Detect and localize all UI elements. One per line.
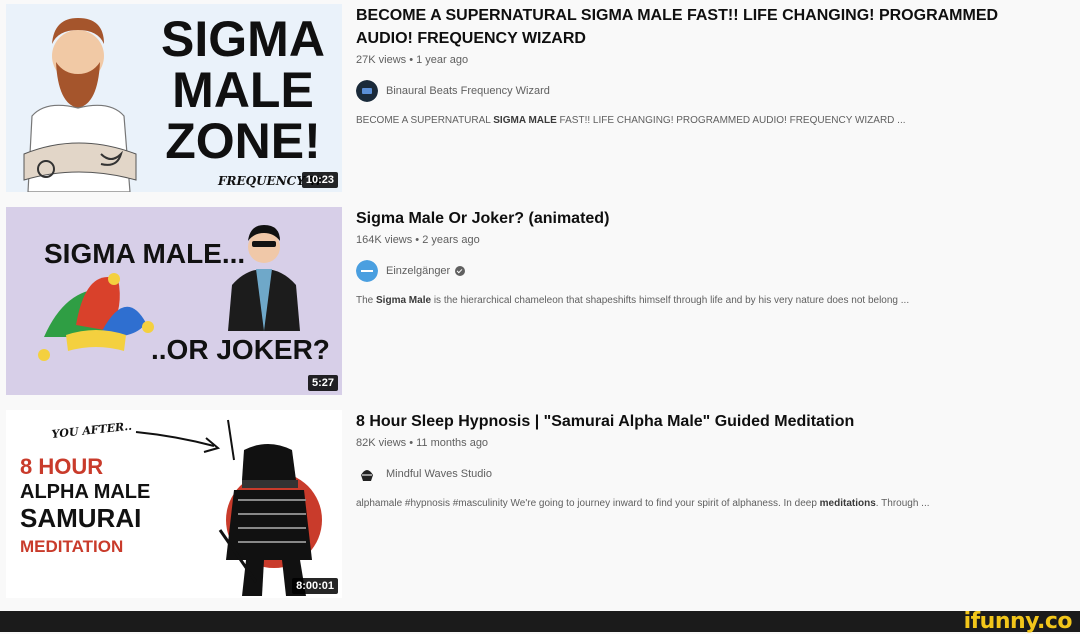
thumbnail-meditation-text: MEDITATION — [20, 537, 123, 556]
video-result[interactable]: SIGMA MALE... ..OR JOKER? 5:27 Sigma Mal… — [6, 207, 1076, 395]
channel-link[interactable]: Binaural Beats Frequency Wizard — [356, 79, 1056, 103]
video-thumbnail[interactable]: YOU AFTER.. 8 HOUR ALPHA MALE SAMURAI ME… — [6, 410, 342, 598]
video-title[interactable]: Sigma Male Or Joker? (animated) — [356, 207, 1056, 230]
video-stats: 164K views • 2 years ago — [356, 234, 480, 246]
video-meta: BECOME A SUPERNATURAL SIGMA MALE FAST!! … — [356, 4, 1056, 129]
thumbnail-joker-text: ..OR JOKER? — [151, 334, 330, 365]
channel-name: Einzelgänger — [386, 265, 451, 277]
description-highlight: meditations — [819, 498, 876, 509]
video-result[interactable]: YOU AFTER.. 8 HOUR ALPHA MALE SAMURAI ME… — [6, 410, 1076, 598]
verified-badge-icon — [455, 266, 466, 276]
thumbnail-8-hour-text: 8 HOUR — [20, 454, 103, 479]
channel-avatar — [356, 260, 378, 282]
thumbnail-art: SIGMA MALE ZONE! FREQUENCY W — [6, 4, 342, 192]
thumbnail-alpha-male-text: ALPHA MALE — [20, 481, 150, 503]
video-title[interactable]: BECOME A SUPERNATURAL SIGMA MALE FAST!! … — [356, 4, 1056, 50]
video-result[interactable]: SIGMA MALE ZONE! FREQUENCY W 10:23 BECOM… — [6, 4, 1076, 192]
video-meta: Sigma Male Or Joker? (animated) 164K vie… — [356, 207, 1056, 309]
channel-link[interactable]: Einzelgänger — [356, 259, 1056, 283]
duration-badge: 8:00:01 — [292, 578, 338, 594]
channel-avatar — [356, 463, 378, 485]
thumbnail-zone-text: ZONE! — [165, 113, 321, 169]
channel-name: Mindful Waves Studio — [386, 468, 492, 480]
video-description: The Sigma Male is the hierarchical chame… — [356, 295, 910, 306]
thumbnail-art: SIGMA MALE... ..OR JOKER? — [6, 207, 342, 395]
channel-link[interactable]: Mindful Waves Studio — [356, 462, 1056, 486]
ifunny-watermark: ifunny.co — [963, 609, 1073, 634]
video-meta: 8 Hour Sleep Hypnosis | "Samurai Alpha M… — [356, 410, 1056, 512]
video-description: BECOME A SUPERNATURAL SIGMA MALE FAST!! … — [356, 115, 906, 126]
video-stats: 27K views • 1 year ago — [356, 54, 469, 66]
thumbnail-art: YOU AFTER.. 8 HOUR ALPHA MALE SAMURAI ME… — [6, 410, 342, 598]
video-thumbnail[interactable]: SIGMA MALE... ..OR JOKER? 5:27 — [6, 207, 342, 395]
duration-badge: 10:23 — [301, 172, 338, 188]
thumbnail-sigma-male-text: SIGMA MALE... — [44, 238, 245, 269]
thumbnail-samurai-text: SAMURAI — [20, 503, 141, 533]
thumbnail-sigma-text: SIGMA — [161, 11, 325, 67]
video-title[interactable]: 8 Hour Sleep Hypnosis | "Samurai Alpha M… — [356, 410, 1056, 433]
description-highlight: SIGMA MALE — [493, 115, 557, 126]
video-description: alphamale #hypnosis #masculinity We're g… — [356, 498, 930, 509]
description-highlight: Sigma Male — [376, 295, 432, 306]
thumbnail-male-text: MALE — [172, 62, 314, 118]
duration-badge: 5:27 — [307, 375, 338, 391]
video-stats: 82K views • 11 months ago — [356, 437, 489, 449]
channel-avatar — [356, 80, 378, 102]
footer-bar: ifunny.co — [0, 609, 1080, 634]
video-thumbnail[interactable]: SIGMA MALE ZONE! FREQUENCY W 10:23 — [6, 4, 342, 192]
channel-name: Binaural Beats Frequency Wizard — [386, 85, 550, 97]
